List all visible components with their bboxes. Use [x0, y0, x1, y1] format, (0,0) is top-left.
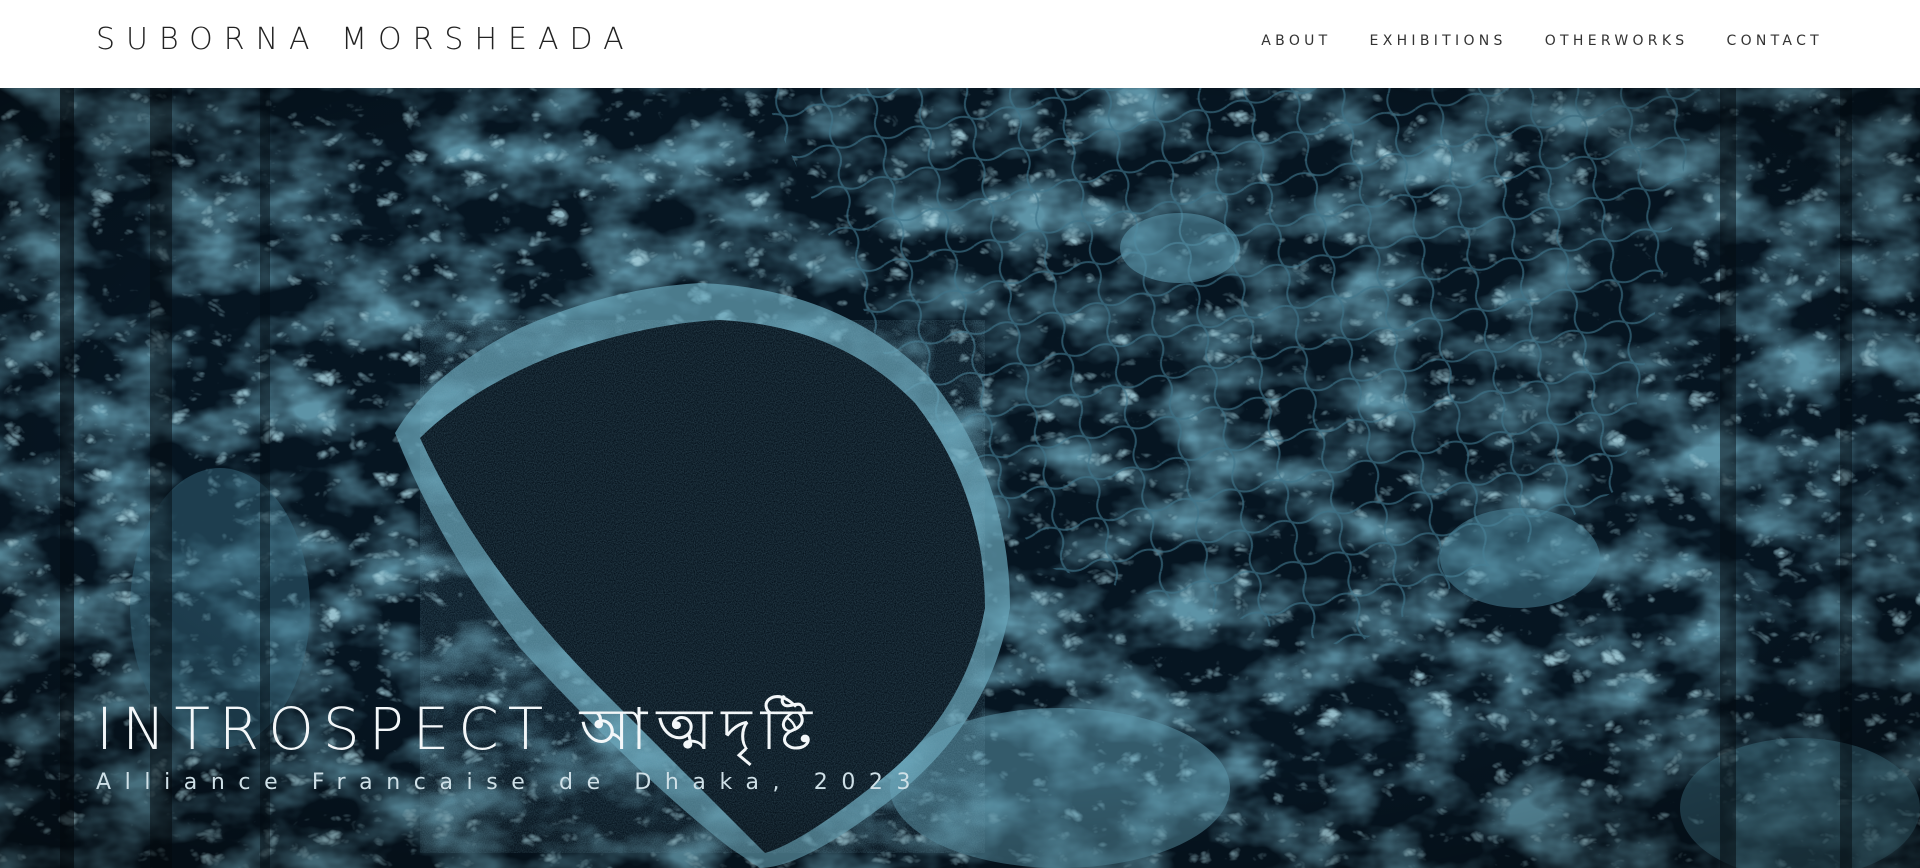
- hero-caption: INTROSPECT আত্মদৃষ্টি Alliance Francaise…: [96, 700, 924, 794]
- main-nav: ABOUT EXHIBITIONS OTHERWORKS CONTACT: [1223, 33, 1823, 49]
- nav-item-contact[interactable]: CONTACT: [1727, 33, 1824, 49]
- hero-title: INTROSPECT আত্মদৃষ্টি: [96, 695, 822, 763]
- hero-subtitle: Alliance Francaise de Dhaka, 2023: [96, 770, 925, 795]
- nav-item-exhibitions[interactable]: EXHIBITIONS: [1370, 33, 1507, 49]
- site-title-link[interactable]: SUBORNA MORSHEADA: [96, 22, 635, 57]
- nav-item-about[interactable]: ABOUT: [1261, 33, 1331, 49]
- site-header: SUBORNA MORSHEADA ABOUT EXHIBITIONS OTHE…: [0, 0, 1920, 88]
- nav-item-otherworks[interactable]: OTHERWORKS: [1545, 33, 1689, 49]
- hero-banner: INTROSPECT আত্মদৃষ্টি Alliance Francaise…: [0, 88, 1920, 868]
